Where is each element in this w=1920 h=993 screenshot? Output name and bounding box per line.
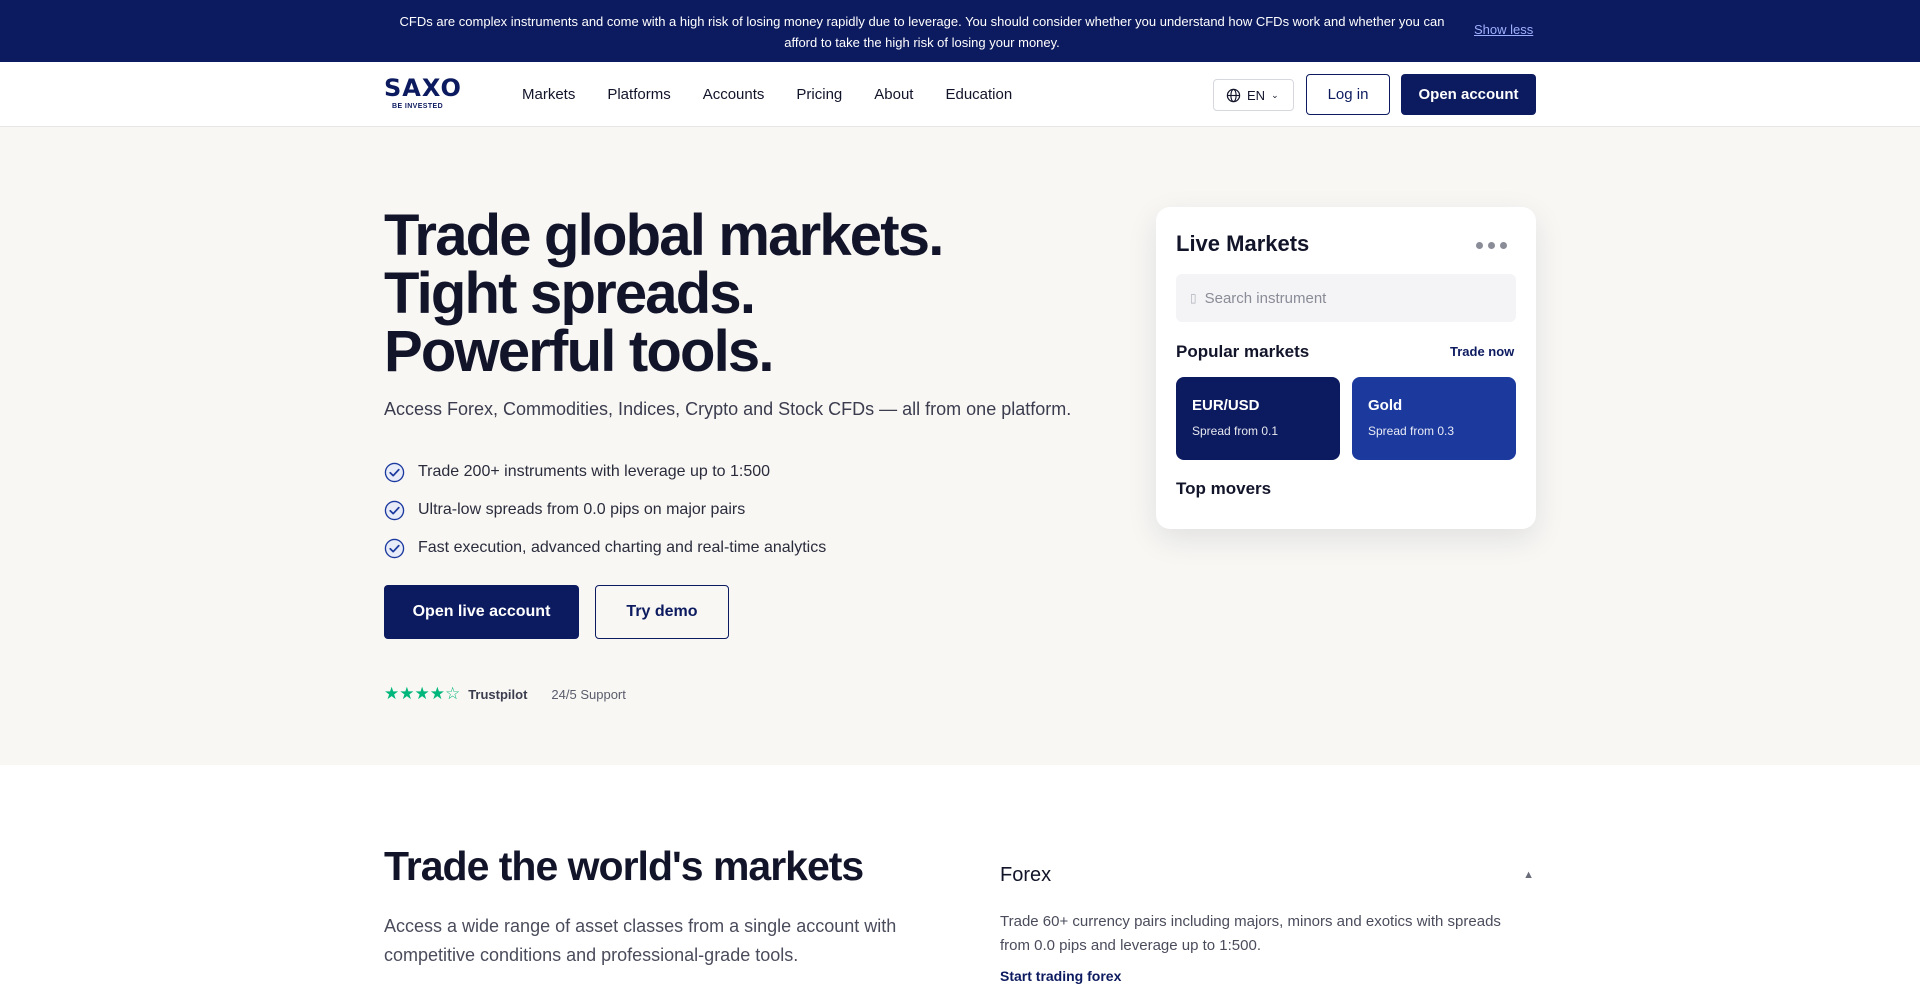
rating-stars: ★★★★☆	[384, 684, 461, 703]
top-movers-title: Top movers	[1176, 479, 1272, 498]
check-circle-icon	[384, 538, 405, 558]
hero-title: Trade global markets. Tight spreads. Pow…	[384, 203, 944, 384]
trustpilot-label: Trustpilot	[468, 686, 528, 702]
feature-text: Fast execution, advanced charting and re…	[418, 539, 827, 556]
popular-markets-title: Popular markets	[1176, 342, 1310, 361]
caret-up-icon: ▲	[1523, 869, 1534, 881]
chevron-down-icon: ⌄	[1271, 89, 1279, 100]
try-demo-button[interactable]: Try demo	[595, 585, 729, 639]
market-name: EUR/USD	[1192, 397, 1260, 414]
live-markets-title: Live Markets	[1176, 231, 1310, 256]
hero-title-line: Tight spreads.	[384, 261, 756, 326]
feature-text: Ultra-low spreads from 0.0 pips on major…	[418, 501, 746, 518]
hero-title-line: Trade global markets.	[384, 203, 944, 268]
logo-wordmark: SAXO	[384, 74, 462, 102]
feature-item: Ultra-low spreads from 0.0 pips on major…	[384, 491, 826, 529]
main-nav: Markets Platforms Accounts Pricing About…	[506, 62, 1028, 126]
accordion-body: Trade 60+ currency pairs including major…	[1000, 913, 1501, 954]
live-markets-card: Live Markets ▯ Search instrument Popular…	[1156, 207, 1536, 529]
markets-section-description: Access a wide range of asset classes fro…	[384, 916, 897, 965]
site-header: SAXO BE INVESTED Markets Platforms Accou…	[0, 62, 1920, 127]
login-button[interactable]: Log in	[1306, 74, 1390, 115]
nav-item-platforms[interactable]: Platforms	[607, 86, 670, 103]
market-spread: Spread from 0.3	[1368, 424, 1455, 438]
saxo-logo[interactable]: SAXO BE INVESTED	[384, 74, 462, 114]
language-selector[interactable]: EN ⌄	[1213, 79, 1294, 111]
feature-text: Trade 200+ instruments with leverage up …	[418, 463, 771, 480]
nav-item-accounts[interactable]: Accounts	[703, 86, 765, 103]
instrument-search-input[interactable]: ▯ Search instrument	[1176, 274, 1516, 322]
risk-warning-text: CFDs are complex instruments and come wi…	[399, 14, 1445, 50]
check-circle-icon	[384, 462, 405, 482]
support-hours: 24/5 Support	[551, 686, 626, 702]
risk-warning-banner: CFDs are complex instruments and come wi…	[0, 0, 1920, 62]
nav-item-markets[interactable]: Markets	[522, 86, 575, 103]
search-placeholder: Search instrument	[1204, 289, 1327, 307]
show-less-link[interactable]: Show less	[1474, 22, 1533, 37]
nav-item-education[interactable]: Education	[945, 86, 1012, 103]
feature-item: Trade 200+ instruments with leverage up …	[384, 453, 826, 491]
open-live-account-button[interactable]: Open live account	[384, 585, 579, 639]
accordion-forex-header[interactable]: Forex ▲	[1000, 864, 1536, 888]
nav-item-about[interactable]: About	[874, 86, 913, 103]
more-options-icon[interactable]	[1476, 234, 1512, 249]
check-circle-icon	[384, 500, 405, 520]
nav-item-pricing[interactable]: Pricing	[796, 86, 842, 103]
trade-now-link[interactable]: Trade now	[1450, 344, 1514, 359]
market-spread: Spread from 0.1	[1192, 424, 1279, 438]
hero-section: Trade global markets. Tight spreads. Pow…	[0, 127, 1920, 765]
logo-tagline: BE INVESTED	[392, 103, 444, 110]
globe-icon	[1226, 88, 1241, 102]
accordion-title: Forex	[1000, 864, 1052, 886]
trust-row: ★★★★☆ Trustpilot 24/5 Support	[384, 684, 626, 704]
open-account-button[interactable]: Open account	[1401, 74, 1536, 115]
start-trading-forex-link[interactable]: Start trading forex	[1000, 968, 1121, 984]
hero-subtitle: Access Forex, Commodities, Indices, Cryp…	[384, 399, 1072, 419]
market-name: Gold	[1368, 397, 1403, 414]
feature-list: Trade 200+ instruments with leverage up …	[384, 453, 826, 567]
hero-title-line: Powerful tools.	[384, 319, 774, 384]
markets-section-title: Trade the world's markets	[384, 843, 864, 889]
feature-item: Fast execution, advanced charting and re…	[384, 529, 826, 567]
markets-section: Trade the world's markets Access a wide …	[0, 765, 1920, 993]
market-tile-eurusd[interactable]: EUR/USD Spread from 0.1	[1176, 377, 1340, 460]
market-tile-gold[interactable]: Gold Spread from 0.3	[1352, 377, 1516, 460]
search-icon: ▯	[1190, 291, 1197, 305]
language-label: EN	[1247, 87, 1266, 103]
